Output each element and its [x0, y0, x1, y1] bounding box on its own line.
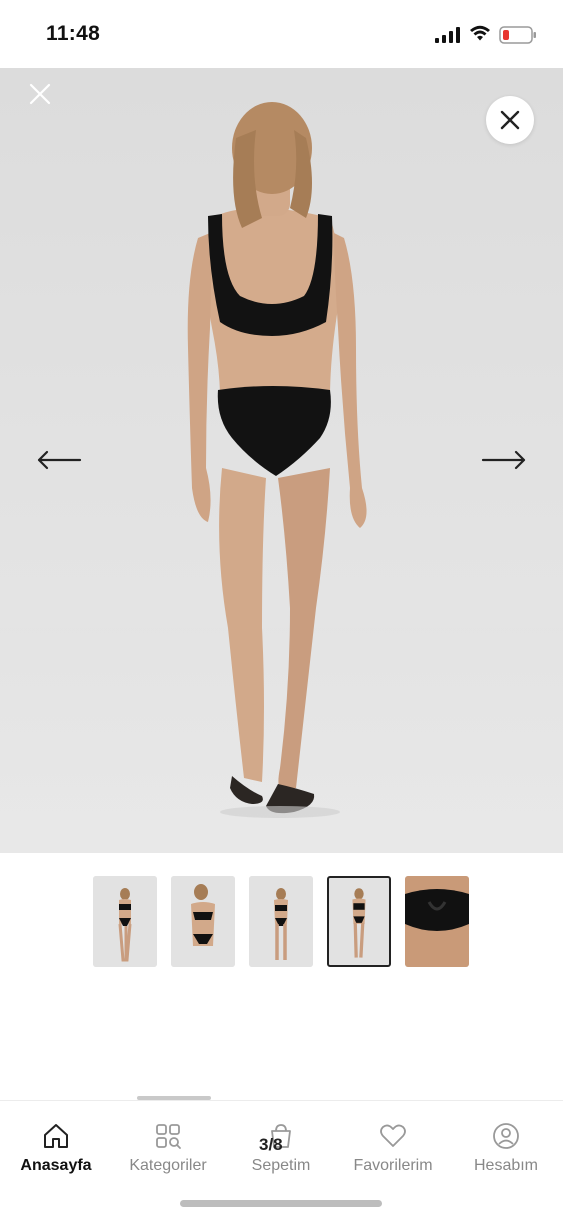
thumbnail-image [171, 876, 235, 967]
heart-icon [380, 1124, 406, 1147]
thumbnail-3[interactable] [249, 876, 313, 967]
product-image-gallery[interactable] [0, 68, 563, 853]
home-icon [44, 1124, 68, 1148]
thumbnail-2[interactable] [171, 876, 235, 967]
nav-label-home: Anasayfa [20, 1157, 92, 1174]
thumbnail-5[interactable] [405, 876, 469, 967]
nav-account[interactable]: Hesabım [456, 1121, 556, 1175]
thumbnail-image [93, 876, 157, 967]
wifi-icon [470, 25, 490, 41]
close-icon [500, 110, 520, 130]
battery-icon [499, 26, 536, 44]
arrow-left-icon[interactable] [36, 448, 82, 472]
status-bar: 11:48 [0, 0, 563, 68]
product-photo [0, 102, 563, 853]
nav-label-account: Hesabım [473, 1157, 539, 1174]
nav-label-cart: Sepetim [251, 1157, 311, 1174]
thumbnail-4[interactable] [327, 876, 391, 967]
thumbnail-image [405, 876, 469, 967]
signal-icon [435, 27, 460, 43]
thumbnail-image [249, 876, 313, 967]
nav-label-favorites: Favorilerim [353, 1157, 433, 1174]
nav-favorites[interactable]: Favorilerim [343, 1121, 443, 1175]
thumbnail-image [329, 878, 389, 965]
nav-categories[interactable]: Kategoriler [118, 1121, 218, 1175]
account-icon [493, 1123, 519, 1149]
categories-icon [156, 1124, 181, 1149]
status-time: 11:48 [46, 22, 101, 45]
thumbnail-strip [93, 876, 473, 968]
thumbnail-1[interactable] [93, 876, 157, 967]
cart-badge: 3/8 [259, 1135, 283, 1154]
close-button[interactable] [486, 96, 534, 144]
close-icon[interactable] [26, 80, 54, 108]
home-indicator [180, 1200, 382, 1207]
nav-home[interactable]: Anasayfa [6, 1121, 106, 1175]
nav-cart[interactable]: 3/8 Sepetim [231, 1121, 331, 1175]
arrow-right-icon[interactable] [481, 448, 527, 472]
nav-label-categories: Kategoriler [129, 1157, 207, 1174]
